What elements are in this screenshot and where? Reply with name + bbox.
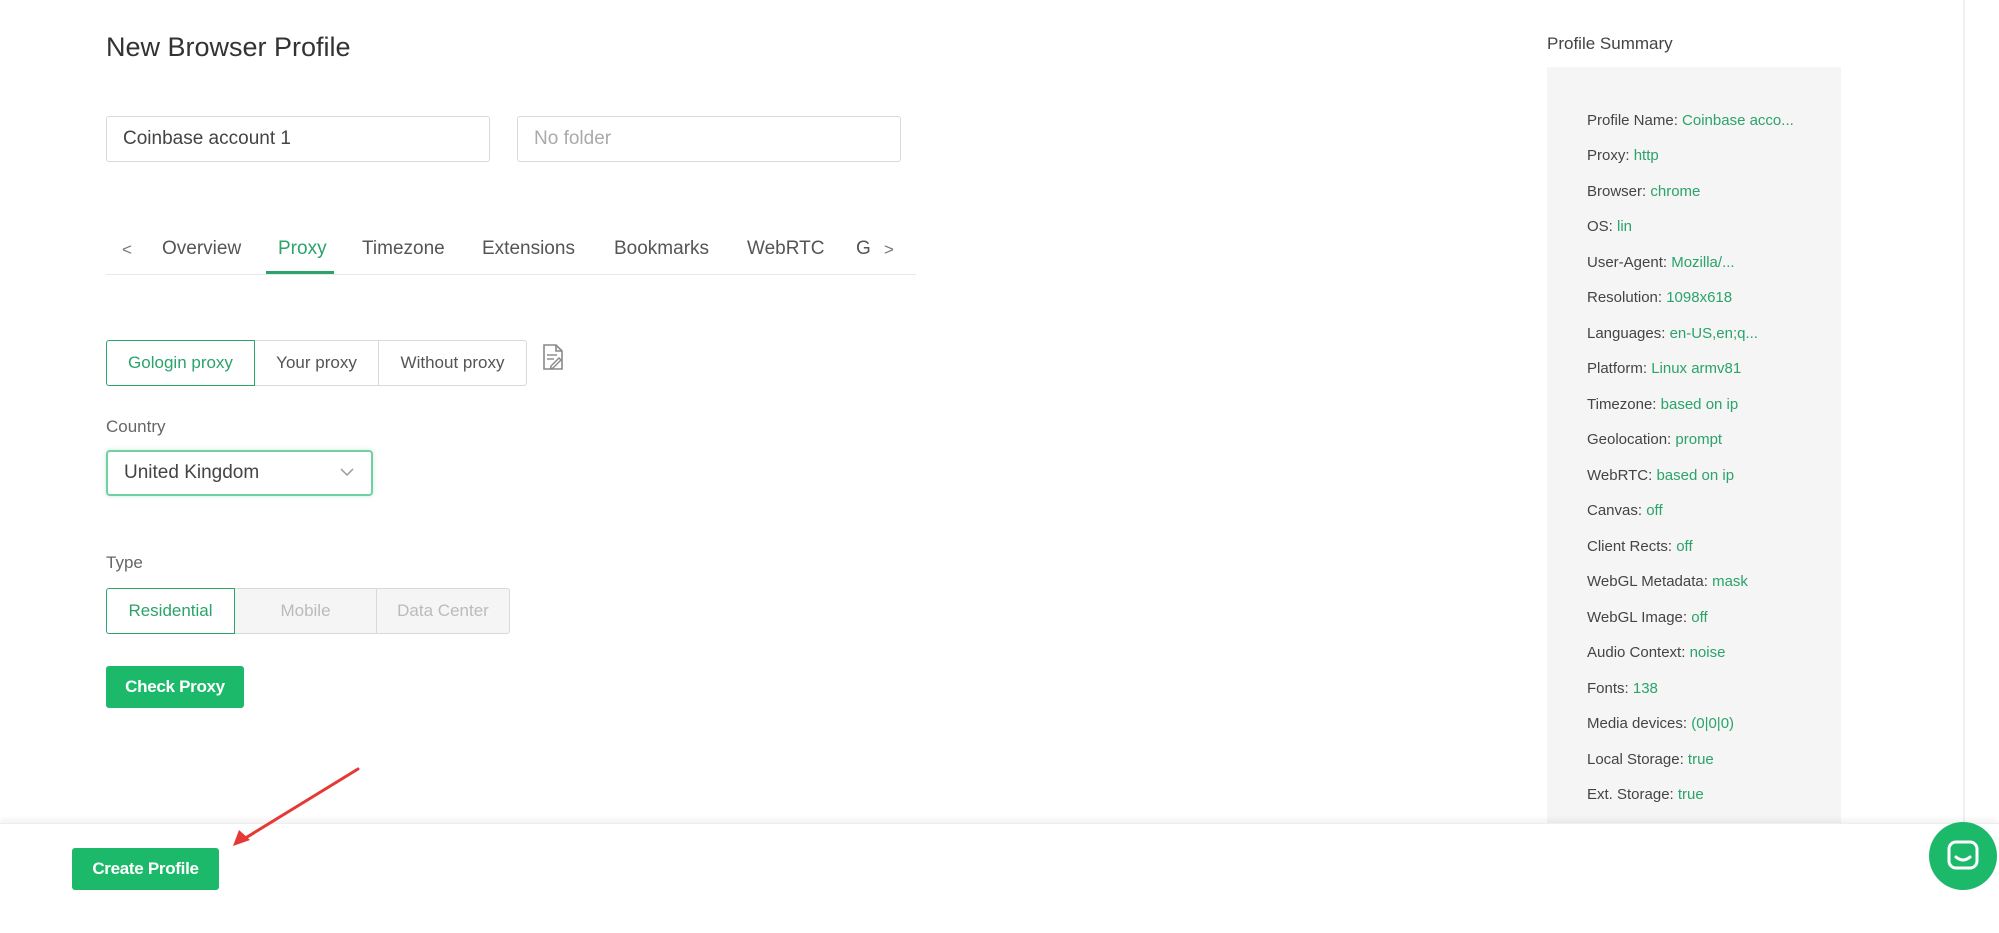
tab-proxy[interactable]: Proxy (278, 238, 327, 260)
proxy-mode-gologin[interactable]: Gologin proxy (106, 340, 255, 386)
profile-tabs: < Overview Proxy Timezone Extensions Boo… (106, 228, 916, 275)
country-select[interactable]: United Kingdom (106, 450, 373, 496)
summary-row: Media devices: (0|0|0) (1587, 715, 1735, 732)
page-title: New Browser Profile (106, 32, 351, 62)
chat-launcher-button[interactable] (1929, 822, 1997, 890)
tab-timezone[interactable]: Timezone (362, 238, 445, 260)
summary-row: Fonts: 138 (1587, 680, 1658, 697)
summary-row: Profile Name: Coinbase acco... (1587, 112, 1794, 129)
summary-row: Canvas: off (1587, 502, 1663, 519)
proxy-mode-group: Gologin proxy Your proxy Without proxy (106, 340, 527, 386)
type-data-center[interactable]: Data Center (376, 588, 510, 634)
scrollbar-track[interactable] (1963, 0, 1965, 823)
summary-row: Proxy: http (1587, 147, 1659, 164)
annotation-arrow-icon (233, 767, 360, 846)
summary-title: Profile Summary (1547, 34, 1673, 53)
profile-summary-panel: Profile Name: Coinbase acco... Proxy: ht… (1547, 67, 1841, 823)
tab-webrtc[interactable]: WebRTC (747, 238, 824, 260)
profile-name-input[interactable]: Coinbase account 1 (106, 116, 490, 162)
chevron-down-icon (340, 468, 354, 477)
tab-g[interactable]: G (856, 238, 871, 260)
summary-row: Audio Context: noise (1587, 644, 1726, 661)
summary-row: Geolocation: prompt (1587, 431, 1723, 448)
summary-row: Resolution: 1098x618 (1587, 289, 1733, 306)
tabs-prev-icon[interactable]: < (122, 240, 132, 260)
summary-row: Client Rects: off (1587, 538, 1693, 555)
type-label: Type (106, 553, 143, 572)
tab-extensions[interactable]: Extensions (482, 238, 575, 260)
tabs-next-icon[interactable]: > (884, 240, 894, 260)
tab-bookmarks[interactable]: Bookmarks (614, 238, 709, 260)
proxy-mode-without[interactable]: Without proxy (378, 340, 527, 386)
proxy-type-group: Residential Mobile Data Center (106, 588, 510, 634)
summary-row: WebRTC: based on ip (1587, 467, 1735, 484)
tab-overview[interactable]: Overview (162, 238, 241, 260)
bottom-strip (0, 900, 1999, 933)
summary-row: User-Agent: Mozilla/... (1587, 254, 1735, 271)
main-panel: New Browser Profile Coinbase account 1 N… (0, 0, 1999, 823)
create-profile-button[interactable]: Create Profile (72, 848, 219, 890)
country-value: United Kingdom (124, 462, 260, 483)
summary-row: WebGL Image: off (1587, 609, 1708, 626)
type-residential[interactable]: Residential (106, 588, 235, 634)
note-edit-icon[interactable] (541, 343, 565, 371)
summary-row: WebGL Metadata: mask (1587, 573, 1748, 590)
active-tab-indicator (266, 271, 334, 274)
summary-row: Browser: chrome (1587, 183, 1701, 200)
summary-row: Local Storage: true (1587, 751, 1714, 768)
proxy-mode-your[interactable]: Your proxy (254, 340, 379, 386)
folder-select[interactable]: No folder (517, 116, 901, 162)
check-proxy-button[interactable]: Check Proxy (106, 666, 244, 708)
summary-row: OS: lin (1587, 218, 1633, 235)
summary-row: Languages: en-US,en;q... (1587, 325, 1758, 342)
summary-row: Timezone: based on ip (1587, 396, 1739, 413)
summary-row: Platform: Linux armv81 (1587, 360, 1742, 377)
chat-icon (1947, 840, 1979, 870)
country-label: Country (106, 417, 166, 436)
type-mobile[interactable]: Mobile (234, 588, 377, 634)
summary-row: Ext. Storage: true (1587, 786, 1704, 803)
